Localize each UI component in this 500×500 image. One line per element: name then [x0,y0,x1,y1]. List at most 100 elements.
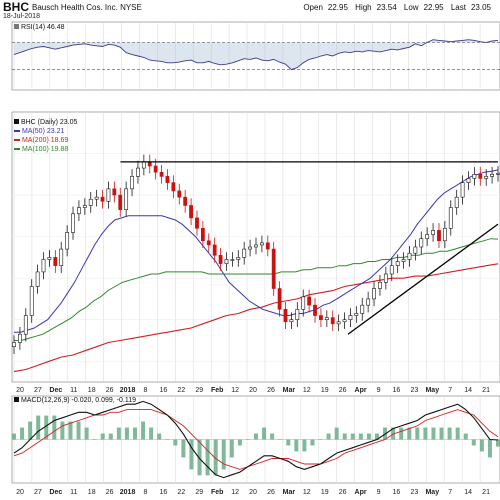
candle-body [277,288,282,310]
candle-body [395,261,400,266]
candle-body [366,298,371,306]
candle-body [124,188,129,210]
date-tick-label: 8 [144,489,148,496]
date-tick-label: 7 [448,387,452,394]
candle-body [490,174,494,177]
macd-histogram-bar [189,439,194,470]
candle-body [496,172,500,175]
candle-body [425,234,430,239]
candle-body [478,174,483,179]
candle-body [460,182,465,198]
date-tick-label: 14 [464,387,472,394]
date-tick-label: Dec [49,489,62,496]
candle-body [141,161,146,169]
date-tick-label: 16 [393,387,401,394]
macd-histogram-bar [173,439,178,446]
date-tick-label: 20 [16,387,24,394]
macd-histogram-bar [496,439,500,447]
candle-body [466,178,471,183]
date-tick-label: 27 [34,387,42,394]
candle-body [313,304,317,316]
candle-body [248,246,252,250]
date-tick-label: 21 [482,387,490,394]
candle-body [200,228,205,242]
candle-body [389,265,394,275]
candle-body [437,230,441,242]
candle-body [230,259,235,261]
macd-histogram-bar [415,427,420,440]
macd-histogram-bar [149,427,154,440]
macd-histogram-bar [68,421,73,440]
candle-body [289,319,294,323]
rsi-legend: RSI(14) 46.48 [14,24,65,31]
macd-histogram-bar [116,427,121,440]
macd-histogram-bar [92,439,97,440]
candle-body [224,259,229,264]
date-tick-label: May [425,387,439,394]
macd-histogram-bar [366,433,371,440]
candle-body [330,317,335,325]
date-tick-label: 26 [106,489,114,496]
macd-histogram-bar [471,439,476,446]
candle-body [47,257,52,260]
macd-histogram-bar [334,427,339,440]
macd-histogram-bar [100,433,105,440]
date-tick-label: 19 [321,387,329,394]
candle-body [130,176,134,190]
candle-body [295,309,300,320]
macd-histogram-bar [237,439,242,446]
macd-histogram-bar [487,439,492,458]
candle-body [419,238,424,248]
macd-histogram-bar [181,439,186,458]
date-tick-label: 26 [339,489,347,496]
candle-body [94,196,99,200]
macd-histogram-bar [165,439,170,440]
macd-histogram-bar [157,433,162,440]
date-tick-label: 12 [303,387,311,394]
date-tick-label: 23 [410,387,418,394]
candle-body [212,244,217,256]
candle-body [29,286,34,316]
date-tick-label: Apr [355,489,367,496]
candle-body [348,315,353,320]
candle-body [324,317,329,320]
macd-histogram-bar [278,439,283,440]
candle-body [342,319,347,323]
candle-body [12,342,16,347]
date-tick-label: 26 [106,387,114,394]
date-tick-label: 12 [303,489,311,496]
candle-body [23,315,28,335]
macd-histogram-bar [350,433,355,440]
candle-body [159,171,164,177]
date-tick-label: 22 [177,387,185,394]
macd-histogram-bar [423,427,428,440]
date-tick-label: 18 [88,387,96,394]
macd-histogram-bar [270,433,275,440]
candle-body [171,182,176,192]
date-tick-label: 21 [482,489,490,496]
candle-body [472,174,477,179]
candle-body [195,217,199,229]
date-tick-label: 12 [231,489,239,496]
candle-body [206,240,211,246]
candle-body [448,207,453,229]
candle-body [431,230,435,235]
candle-body [136,167,140,177]
macd-histogram-bar [229,439,234,458]
macd-histogram-bar [12,433,16,440]
macd-histogram-bar [254,433,258,440]
macd-histogram-bar [84,427,89,440]
date-tick-label: Mar [283,489,296,496]
candle-body [153,165,158,173]
candle-body [242,248,247,258]
price-panel [11,111,500,383]
candle-body [301,296,306,310]
candle-body [307,296,312,306]
macd-histogram-bar [455,427,460,440]
macd-histogram-bar [326,433,331,440]
macd-histogram-bar [141,421,146,440]
candle-body [59,248,64,266]
date-axis-bottom: 20 27 Dec 11 18 26 2018 8 16 22 29 Feb 12 20 26 Mar 12 19… [16,489,490,496]
macd-histogram-bar [318,439,323,440]
candle-body [260,242,264,246]
